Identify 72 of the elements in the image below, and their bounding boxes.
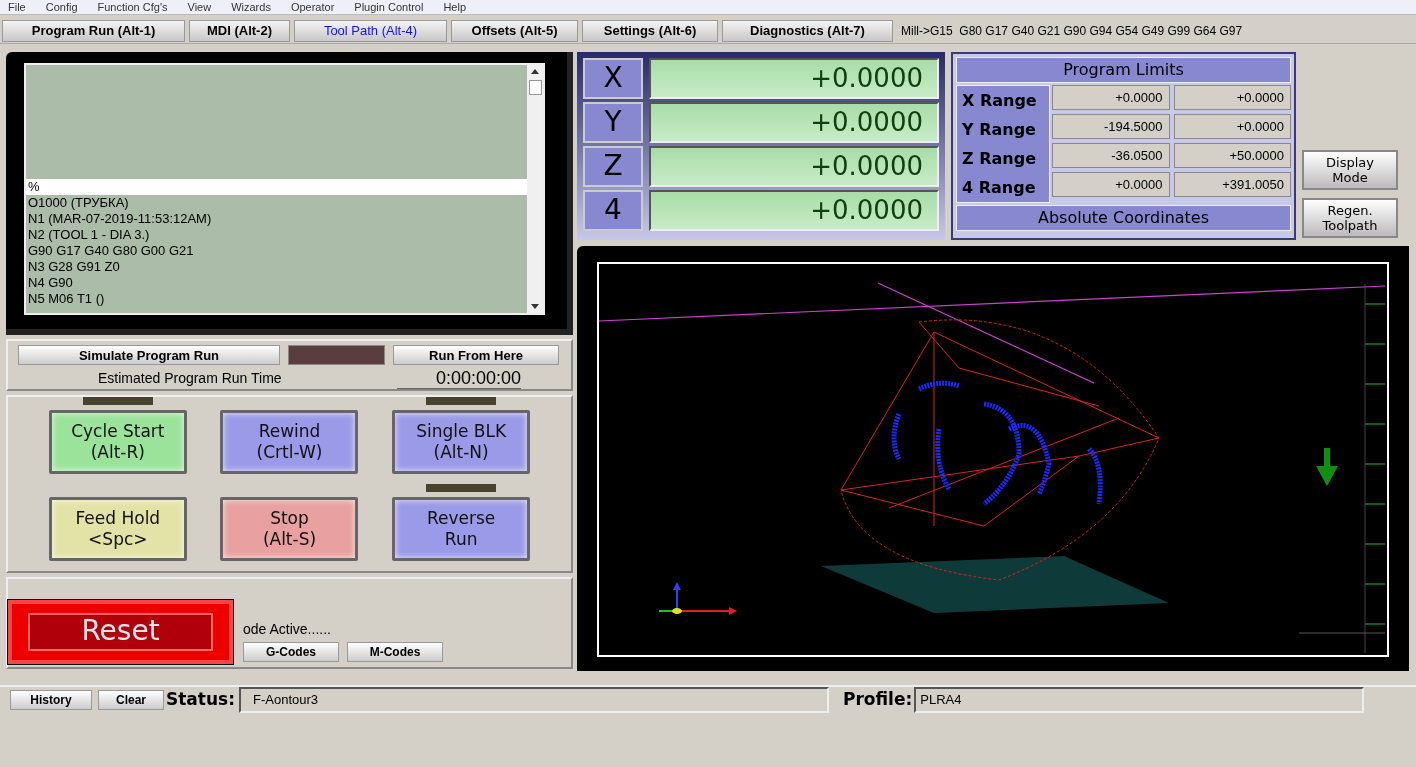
axis-readout: +0.0000 [649, 102, 939, 143]
control-button[interactable]: Feed Hold <Spc> [48, 497, 187, 561]
range-min: +0.0000 [1052, 85, 1170, 110]
estimated-time-label: Estimated Program Run Time [98, 369, 282, 388]
tab[interactable]: MDI (Alt-2) [189, 19, 290, 42]
tab[interactable]: Tool Path (Alt-4) [294, 19, 447, 42]
estimated-time-value: 0:00:00:00 [397, 368, 521, 389]
range-max: +391.0050 [1173, 172, 1291, 197]
run-from-here-button[interactable]: Run From Here [393, 345, 559, 365]
range-min: -194.5000 [1052, 114, 1170, 139]
code-line[interactable]: N3 G28 G91 Z0 [26, 259, 527, 275]
program-limits-title: Program Limits [956, 57, 1291, 83]
reset-button[interactable]: Reset [8, 600, 233, 664]
profile-field: PLRA4 [914, 687, 1365, 713]
code-line[interactable]: N2 (TOOL 1 - DIA 3.) [26, 227, 527, 243]
menu-item[interactable]: File [8, 0, 26, 16]
modal-codes: Mill->G15 G80 G17 G40 G21 G90 G94 G54 G49 G99 G64 G97 [901, 22, 1243, 40]
menu-item[interactable]: Function Cfg's [97, 0, 168, 16]
control-button[interactable]: Cycle Start (Alt-R) [48, 410, 187, 474]
control-button[interactable]: Rewind (Crtl-W) [220, 410, 359, 474]
range-max: +50.0000 [1173, 143, 1291, 168]
clear-button[interactable]: Clear [98, 690, 164, 710]
simulate-button[interactable]: Simulate Program Run [18, 345, 280, 365]
tab[interactable]: Settings (Alt-6) [582, 19, 718, 42]
code-active-label: ode Active...... [243, 620, 332, 639]
tab[interactable]: Program Run (Alt-1) [2, 19, 185, 42]
menu-item[interactable]: Help [443, 0, 467, 16]
range-min: -36.0500 [1052, 143, 1170, 168]
tab[interactable]: Diagnostics (Alt-7) [722, 19, 893, 42]
menu-item[interactable]: View [187, 0, 212, 16]
code-line[interactable]: N5 M06 T1 () [26, 291, 527, 307]
axis-readout: +0.0000 [649, 146, 939, 187]
range-min: +0.0000 [1052, 172, 1170, 197]
range-label: Z Range [961, 148, 1037, 170]
coordinate-mode-label: Absolute Coordinates [956, 205, 1291, 231]
arrow-down-icon [1316, 448, 1338, 486]
axis-label: Z [583, 146, 643, 187]
view-button[interactable]: Display Mode [1302, 150, 1398, 190]
menu-item[interactable]: Plugin Control [354, 0, 424, 16]
scrollbar[interactable] [527, 65, 543, 313]
history-button[interactable]: History [10, 690, 92, 710]
axis-label: Y [583, 102, 643, 143]
tab[interactable]: Offsets (Alt-5) [451, 19, 578, 42]
axis-triad-icon [658, 582, 737, 615]
code-button[interactable]: G-Codes [243, 642, 339, 662]
scroll-thumb[interactable] [528, 80, 542, 95]
range-label: X Range [961, 90, 1038, 112]
range-max: +0.0000 [1173, 114, 1291, 139]
code-line[interactable]: N4 G90 [26, 275, 527, 291]
code-line[interactable]: O1000 (ТРУБКА) [26, 195, 527, 211]
axis-readout: +0.0000 [649, 58, 939, 99]
axis-label: 4 [583, 190, 643, 231]
control-button[interactable]: Stop (Alt-S) [220, 497, 359, 561]
range-label: Y Range [961, 119, 1037, 141]
axis-readout: +0.0000 [649, 190, 939, 231]
range-label: 4 Range [961, 177, 1037, 199]
menu-item[interactable]: Operator [290, 0, 335, 16]
scroll-down-icon[interactable] [531, 304, 539, 309]
range-max: +0.0000 [1173, 85, 1291, 110]
code-button[interactable]: M-Codes [347, 642, 443, 662]
profile-label: Profile: [843, 688, 913, 712]
scroll-up-icon[interactable] [531, 69, 539, 74]
view-button[interactable]: Regen. Toolpath [1302, 198, 1398, 238]
control-button[interactable]: Reverse Run [392, 497, 531, 561]
control-button[interactable]: Single BLK (Alt-N) [392, 410, 531, 474]
status-field: F-Aontour3 [239, 687, 829, 713]
code-line[interactable]: G90 G17 G40 G80 G00 G21 [26, 243, 527, 259]
status-label: Status: [166, 688, 235, 712]
code-line[interactable]: N1 (MAR-07-2019-11:53:12AM) [26, 211, 527, 227]
axis-label: X [583, 58, 643, 99]
menu-item[interactable]: Wizards [231, 0, 271, 16]
menu-item[interactable]: Config [45, 0, 78, 16]
